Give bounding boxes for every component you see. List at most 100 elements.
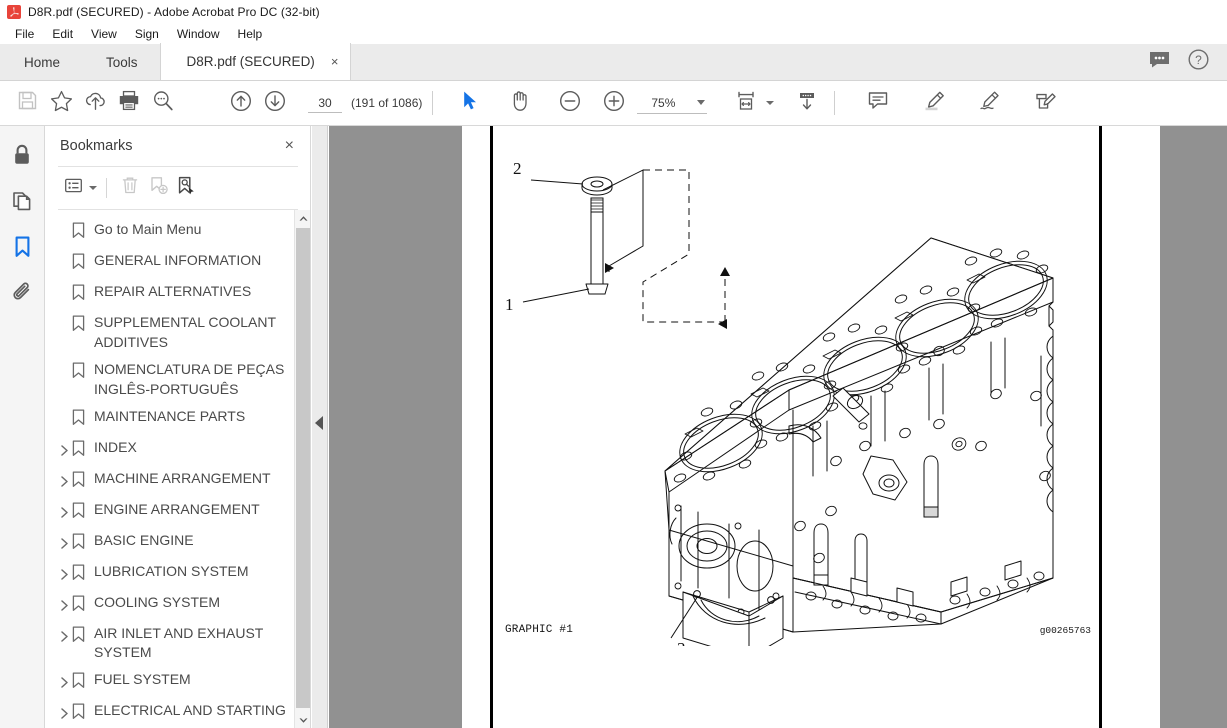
bookmark-item[interactable]: FUEL SYSTEM xyxy=(46,666,311,697)
panel-divider[interactable] xyxy=(312,126,328,728)
fill-and-sign-button[interactable] xyxy=(1029,86,1063,120)
save-button[interactable] xyxy=(10,86,44,120)
bookmark-item[interactable]: ENGINE ARRANGEMENT xyxy=(46,496,311,527)
menu-view[interactable]: View xyxy=(82,25,126,43)
scroll-down-arrow-icon[interactable] xyxy=(295,712,311,728)
bookmark-item[interactable]: Go to Main Menu xyxy=(46,216,311,247)
rail-item-page-thumbnails[interactable] xyxy=(0,180,45,226)
comment-bubble-icon[interactable] xyxy=(1149,51,1170,73)
bookmark-item-label: REPAIR ALTERNATIVES xyxy=(94,283,252,299)
bookmark-item-label: Go to Main Menu xyxy=(94,221,202,237)
rail-item-bookmarks[interactable] xyxy=(0,226,45,272)
chevron-right-icon[interactable] xyxy=(56,499,72,521)
print-button[interactable] xyxy=(112,86,146,120)
tab-strip-actions: ? xyxy=(1149,44,1227,80)
bookmark-item[interactable]: SUPPLEMENTAL COOLANT ADDITIVES xyxy=(46,309,311,356)
minus-circle-icon xyxy=(559,90,581,117)
close-icon[interactable]: × xyxy=(281,134,298,158)
scrollbar-thumb[interactable] xyxy=(296,228,310,708)
bookmarks-panel-header: Bookmarks × xyxy=(46,126,310,166)
help-icon[interactable]: ? xyxy=(1188,49,1209,75)
bookmarks-scrollbar[interactable] xyxy=(294,210,310,728)
bookmark-icon xyxy=(72,700,94,725)
page-thumbnails-icon xyxy=(11,189,34,218)
chevron-right-icon[interactable] xyxy=(56,669,72,691)
fit-page-button[interactable] xyxy=(729,86,763,120)
fit-page-icon xyxy=(735,90,757,117)
bookmark-icon xyxy=(72,468,94,493)
bookmark-item-label: AIR INLET AND EXHAUST SYSTEM xyxy=(94,624,264,661)
cursor-arrow-icon xyxy=(460,90,480,116)
main-toolbar: (191 of 1086) xyxy=(0,81,1227,126)
chevron-right-icon[interactable] xyxy=(56,437,72,459)
tab-tools[interactable]: Tools xyxy=(84,44,160,80)
rail-item-attachments[interactable] xyxy=(0,272,45,318)
document-viewer[interactable]: 2 1 3 GRAPHIC #1 g00265763 xyxy=(329,126,1227,728)
bookmark-item-label: SUPPLEMENTAL COOLANT ADDITIVES xyxy=(94,314,276,350)
delete-bookmark-button[interactable] xyxy=(116,174,144,202)
find-button[interactable] xyxy=(146,86,180,120)
menu-help[interactable]: Help xyxy=(229,25,272,43)
bookmarks-toolbar xyxy=(46,167,310,209)
chevron-right-icon[interactable] xyxy=(56,530,72,552)
select-tool-button[interactable] xyxy=(453,86,487,120)
star-icon xyxy=(50,90,73,117)
cloud-upload-icon xyxy=(84,90,107,116)
chevron-right-icon[interactable] xyxy=(56,592,72,614)
comment-button[interactable] xyxy=(861,86,895,120)
bookmark-icon xyxy=(72,312,94,337)
highlight-button[interactable] xyxy=(917,86,951,120)
bookmark-item[interactable]: AIR INLET AND EXHAUST SYSTEM xyxy=(46,620,311,667)
bookmark-item[interactable]: MACHINE ARRANGEMENT xyxy=(46,465,311,496)
next-page-button[interactable] xyxy=(258,86,292,120)
close-icon[interactable]: × xyxy=(331,55,339,68)
menu-sign[interactable]: Sign xyxy=(126,25,168,43)
bookmark-item[interactable]: MAINTENANCE PARTS xyxy=(46,403,311,434)
callout-1: 1 xyxy=(505,295,514,314)
page-number-input[interactable] xyxy=(308,93,342,113)
scroll-up-arrow-icon[interactable] xyxy=(295,210,311,226)
bookmark-options-menu-button[interactable] xyxy=(60,174,88,202)
collapse-panel-handle[interactable] xyxy=(315,416,323,430)
tab-document[interactable]: D8R.pdf (SECURED) × xyxy=(159,43,352,80)
menu-window[interactable]: Window xyxy=(168,25,229,43)
arrow-down-circle-icon xyxy=(264,90,286,117)
bookmark-item[interactable]: LUBRICATION SYSTEM xyxy=(46,558,311,589)
new-bookmark-button[interactable] xyxy=(144,174,172,202)
bookmark-item[interactable]: GENERAL INFORMATION xyxy=(46,247,311,278)
search-icon xyxy=(152,90,174,117)
zoom-out-button[interactable] xyxy=(553,86,587,120)
bookmark-item[interactable]: BASIC ENGINE xyxy=(46,527,311,558)
bookmark-icon xyxy=(72,561,94,586)
bookmark-icon xyxy=(72,623,94,648)
bookmark-options-chevron-down-icon[interactable] xyxy=(89,186,97,190)
previous-page-button[interactable] xyxy=(224,86,258,120)
add-to-favorites-button[interactable] xyxy=(44,86,78,120)
menu-file[interactable]: File xyxy=(6,25,43,43)
hand-tool-button[interactable] xyxy=(503,86,537,120)
acrobat-window: D8R.pdf (SECURED) - Adobe Acrobat Pro DC… xyxy=(0,0,1227,728)
bookmark-item[interactable]: INDEX xyxy=(46,434,311,465)
bookmark-item[interactable]: ELECTRICAL AND STARTING xyxy=(46,697,311,728)
chevron-right-icon[interactable] xyxy=(56,623,72,645)
chevron-right-icon[interactable] xyxy=(56,700,72,722)
page-display-button[interactable] xyxy=(790,86,824,120)
fit-page-chevron-down-icon[interactable] xyxy=(766,101,775,105)
zoom-in-button[interactable] xyxy=(597,86,631,120)
find-bookmark-button[interactable] xyxy=(172,174,200,202)
rail-item-security[interactable] xyxy=(0,134,45,180)
zoom-level-selector[interactable]: 75% xyxy=(637,92,708,114)
menu-edit[interactable]: Edit xyxy=(43,25,82,43)
bookmarks-list[interactable]: Go to Main Menu GENERAL INFORMATION REPAIR… xyxy=(46,210,311,728)
sign-button[interactable] xyxy=(973,86,1007,120)
bookmark-item[interactable]: COOLING SYSTEM xyxy=(46,589,311,620)
chevron-right-icon[interactable] xyxy=(56,468,72,490)
bookmark-item[interactable]: REPAIR ALTERNATIVES xyxy=(46,278,311,309)
zoom-level-value: 75% xyxy=(651,95,676,110)
page-count-label: (191 of 1086) xyxy=(351,96,423,110)
tab-home[interactable]: Home xyxy=(0,44,84,80)
chevron-right-icon[interactable] xyxy=(56,561,72,583)
bookmark-item[interactable]: NOMENCLATURA DE PEÇAS INGLÊS-PORTUGUÊS xyxy=(46,356,311,403)
upload-to-cloud-button[interactable] xyxy=(78,86,112,120)
bookmark-icon xyxy=(72,359,94,384)
